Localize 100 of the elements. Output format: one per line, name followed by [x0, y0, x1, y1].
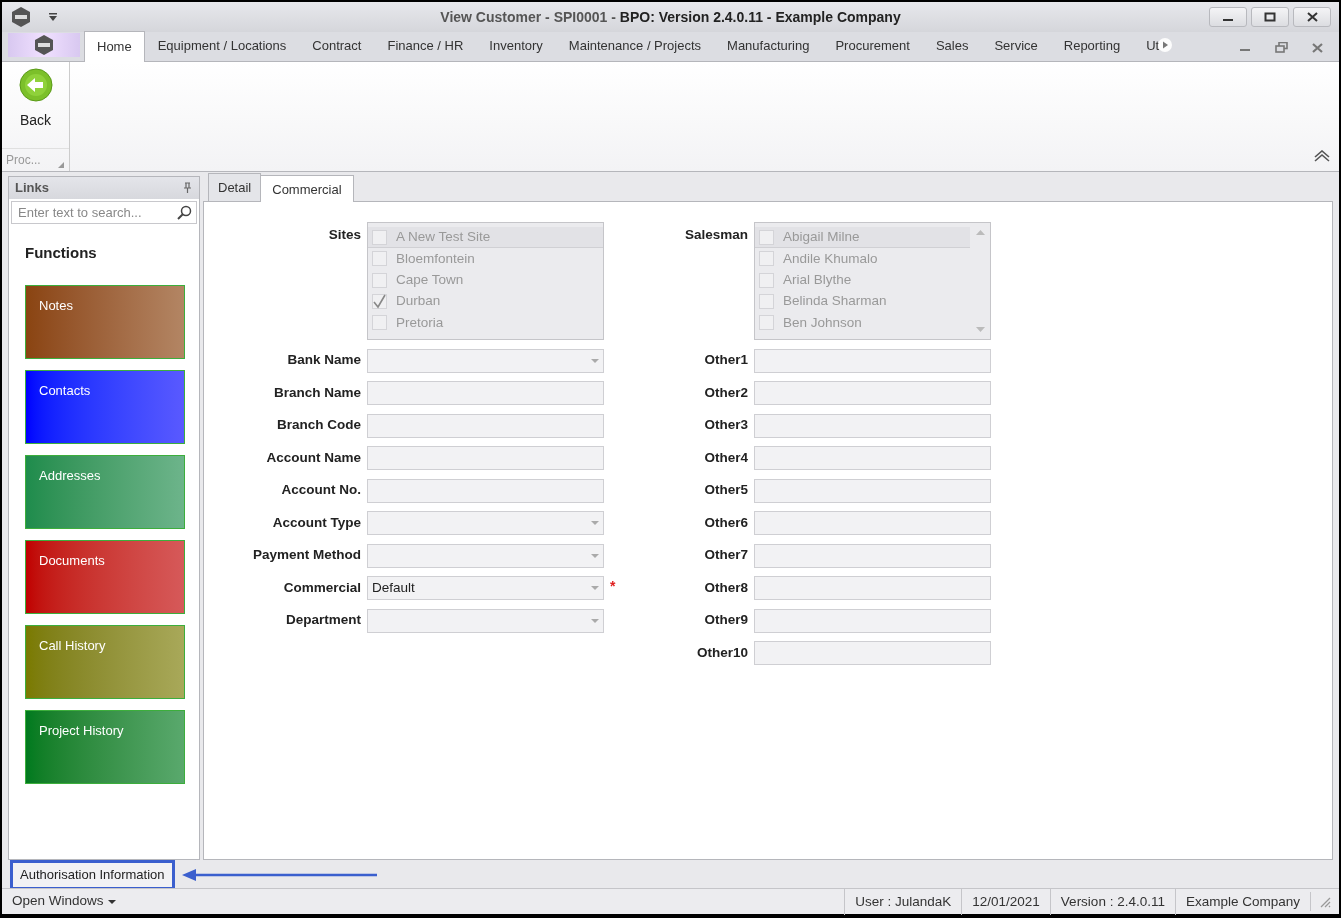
minimize-button[interactable]: [1209, 7, 1247, 27]
dropdown-field[interactable]: [367, 348, 604, 373]
ribbon-tab[interactable]: Reporting: [1050, 29, 1134, 61]
input-field[interactable]: [367, 446, 604, 470]
ribbon-group-label: Proc...: [6, 152, 41, 169]
status-item: Version : 2.4.0.11: [1049, 888, 1175, 915]
input-field[interactable]: [754, 348, 991, 373]
input-field[interactable]: [754, 576, 991, 600]
dropdown-arrow-icon[interactable]: [591, 586, 599, 590]
field-label: Bank Name: [286, 351, 361, 370]
maximize-icon: [1264, 12, 1276, 22]
status-item: Example Company: [1174, 888, 1310, 915]
function-tile[interactable]: Documents: [25, 539, 185, 614]
field-label: Other5: [703, 481, 748, 500]
ribbon-tab[interactable]: Maintenance / Projects: [555, 29, 715, 61]
function-tile[interactable]: Project History: [25, 709, 185, 784]
close-icon: [1306, 12, 1318, 22]
application-menu-button[interactable]: [8, 33, 80, 57]
field-label: Account Name: [265, 448, 361, 467]
input-field[interactable]: [754, 641, 991, 665]
field-label: Other4: [703, 448, 748, 467]
field-label: Department: [285, 611, 361, 630]
app-logo-icon[interactable]: [10, 6, 32, 28]
field-label: Account No.: [280, 481, 361, 500]
dropdown-field[interactable]: [367, 608, 604, 633]
field-label: Other1: [703, 351, 748, 370]
input-field[interactable]: [367, 478, 604, 503]
field-label: Other10: [695, 643, 748, 662]
ribbon-tab[interactable]: Procurement: [822, 29, 923, 61]
minimize-icon: [1223, 19, 1233, 21]
ribbon-tab[interactable]: Service: [981, 29, 1051, 61]
input-field[interactable]: [754, 413, 991, 438]
open-windows-button[interactable]: Open Windows: [2, 891, 126, 912]
field-label: Account Type: [271, 513, 361, 532]
input-field[interactable]: [754, 478, 991, 503]
field-label: Other8: [703, 578, 748, 597]
field-label: Sites: [327, 226, 361, 244]
field-label: Other7: [703, 546, 748, 565]
quick-access-dropdown-icon[interactable]: [48, 13, 58, 21]
status-item: 12/01/2021: [961, 888, 1050, 915]
form-tab[interactable]: Commercial: [260, 175, 354, 202]
checkbox[interactable]: [372, 294, 387, 310]
form-tab[interactable]: Detail: [208, 172, 262, 201]
field-label: Other9: [703, 611, 748, 630]
window-title: View Customer - SPI0001 - BPO: Version 2.4.0.11 - Example Company: [439, 7, 902, 27]
field-label: Other6: [703, 513, 748, 532]
play-icon[interactable]: [1158, 38, 1173, 52]
back-button[interactable]: Back: [8, 62, 63, 131]
ribbon-tab[interactable]: Sales: [922, 29, 982, 61]
section-heading: Functions: [24, 243, 98, 263]
ribbon-tab[interactable]: Inventory: [476, 29, 556, 61]
input-field[interactable]: [754, 511, 991, 535]
ribbon-tab[interactable]: Manufacturing: [714, 29, 823, 61]
dropdown-arrow-icon[interactable]: [591, 521, 599, 525]
field-label: Other3: [703, 416, 748, 435]
collapse-ribbon-icon[interactable]: [1313, 150, 1331, 163]
ribbon-tab[interactable]: Equipment / Locations: [144, 29, 300, 61]
dropdown-field[interactable]: Default: [367, 576, 604, 600]
close-button[interactable]: [1293, 7, 1331, 27]
scroll-up-icon[interactable]: [975, 229, 985, 235]
field-label: Commercial: [282, 578, 361, 597]
ribbon-tab[interactable]: Ut: [1133, 29, 1173, 61]
function-tile[interactable]: Notes: [25, 284, 185, 359]
function-tile[interactable]: Contacts: [25, 369, 185, 444]
dropdown-arrow-icon[interactable]: [591, 553, 599, 558]
panel-title: Links: [15, 179, 49, 198]
ribbon-tab[interactable]: Contract: [299, 29, 375, 61]
caret-icon: [107, 899, 116, 904]
field-label: Other2: [703, 383, 748, 402]
ribbon-tab[interactable]: Finance / HR: [374, 29, 477, 61]
dropdown-arrow-icon[interactable]: [591, 618, 599, 623]
field-label: Salesman: [683, 226, 748, 244]
input-field[interactable]: [367, 381, 604, 405]
pin-icon[interactable]: [182, 182, 193, 194]
dropdown-arrow-icon[interactable]: [591, 358, 599, 363]
maximize-button[interactable]: [1251, 7, 1289, 27]
function-tile[interactable]: Addresses: [25, 454, 185, 529]
required-mark: *: [610, 577, 617, 596]
input-field[interactable]: [754, 446, 991, 470]
mdi-restore-icon[interactable]: [1275, 42, 1288, 53]
authorisation-button[interactable]: Authorisation Information: [10, 860, 175, 890]
check-icon: [372, 294, 387, 310]
resize-grip-icon[interactable]: [1319, 896, 1331, 909]
input-field[interactable]: [754, 543, 991, 568]
input-field[interactable]: [367, 413, 604, 438]
field-label: Payment Method: [252, 546, 361, 565]
input-field[interactable]: [754, 381, 991, 405]
mdi-close-icon[interactable]: [1312, 42, 1323, 53]
function-tile[interactable]: Call History: [25, 624, 185, 699]
group-launcher-icon[interactable]: [57, 161, 65, 169]
dropdown-field[interactable]: [367, 543, 604, 568]
dropdown-field[interactable]: [367, 511, 604, 535]
ribbon-tab[interactable]: Home: [84, 30, 145, 62]
search-icon[interactable]: [177, 205, 192, 220]
input-field[interactable]: [754, 608, 991, 633]
field-label: Branch Code: [276, 416, 361, 435]
status-item: User : JulandaK: [844, 888, 962, 915]
scroll-down-icon[interactable]: [975, 327, 985, 333]
app-logo-icon: [33, 34, 55, 56]
field-label: Branch Name: [272, 383, 361, 402]
